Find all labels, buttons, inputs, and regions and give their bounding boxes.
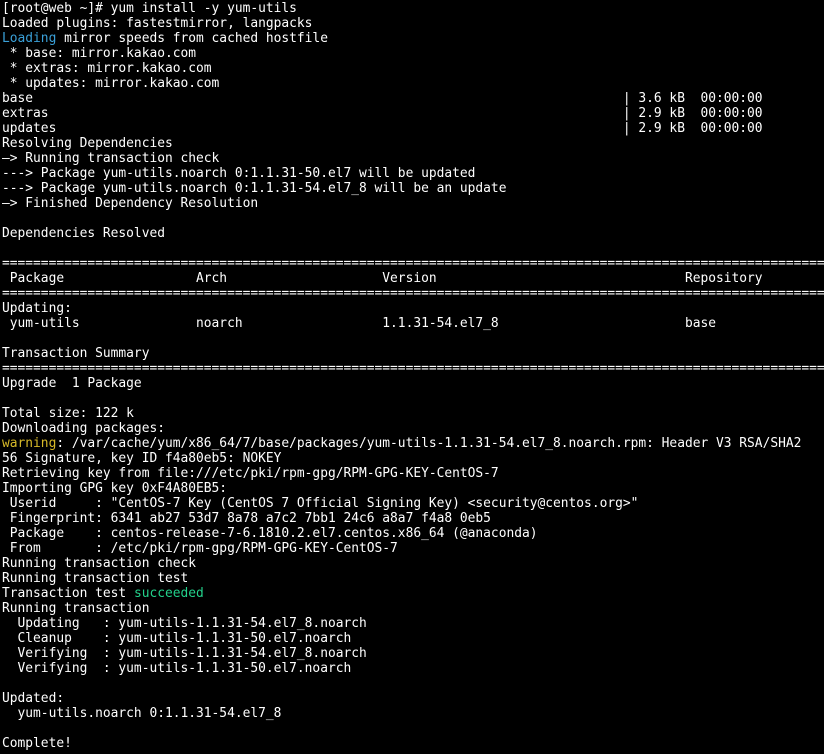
- terminal-text: extras | 2.9 kB 00:00:00: [2, 106, 763, 121]
- terminal-text: mirror speeds from cached hostfile: [56, 31, 328, 46]
- highlight-green: succeeded: [133, 586, 204, 601]
- terminal-line: Loaded plugins: fastestmirror, langpacks: [2, 16, 824, 31]
- terminal-line: Running transaction: [2, 601, 824, 616]
- terminal-line: ---> Package yum-utils.noarch 0:1.1.31-5…: [2, 181, 824, 196]
- terminal-text: Updating : yum-utils-1.1.31-54.el7_8.noa…: [17, 616, 367, 631]
- terminal-text: ========================================…: [2, 256, 824, 271]
- terminal-line: warning: /var/cache/yum/x86_64/7/base/pa…: [2, 436, 824, 451]
- terminal-text: base | 3.6 kB 00:00:00: [2, 91, 763, 106]
- terminal-text: ========================================…: [2, 286, 824, 301]
- terminal-line: extras | 2.9 kB 00:00:00: [2, 106, 824, 121]
- terminal-line: Loading mirror speeds from cached hostfi…: [2, 31, 824, 46]
- terminal-line: * base: mirror.kakao.com: [2, 46, 824, 61]
- terminal-text: updates | 2.9 kB 00:00:00: [2, 121, 763, 136]
- terminal-line: Cleanup : yum-utils-1.1.31-50.el7.noarch…: [2, 631, 824, 646]
- terminal-text: Importing GPG key 0xF4A80EB5:: [2, 481, 228, 496]
- terminal-line: Transaction test succeeded: [2, 586, 824, 601]
- terminal-text: ---> Package yum-utils.noarch 0:1.1.31-5…: [2, 166, 476, 181]
- terminal-line: ---> Package yum-utils.noarch 0:1.1.31-5…: [2, 166, 824, 181]
- terminal-line: Fingerprint: 6341 ab27 53d7 8a78 a7c2 7b…: [2, 511, 824, 526]
- terminal-line: 56 Signature, key ID f4a80eb5: NOKEY: [2, 451, 824, 466]
- terminal-text: Running transaction: [2, 601, 150, 616]
- terminal-text: From : /etc/pki/rpm-gpg/RPM-GPG-KEY-Cent…: [2, 541, 398, 556]
- terminal-text: Fingerprint: 6341 ab27 53d7 8a78 a7c2 7b…: [2, 511, 491, 526]
- terminal-line: ========================================…: [2, 361, 824, 376]
- highlight-cyan: Loading: [2, 31, 57, 46]
- terminal-line: Package : centos-release-7-6.1810.2.el7.…: [2, 526, 824, 541]
- terminal-text: Retrieving key from file:///etc/pki/rpm-…: [2, 466, 499, 481]
- terminal-text: Transaction test: [2, 586, 134, 601]
- terminal-text: Resolving Dependencies: [2, 136, 173, 151]
- terminal-text: Total size: 122 k: [2, 406, 134, 421]
- terminal-text: Upgrade 1 Package: [2, 376, 142, 391]
- terminal-line: Running transaction test: [2, 571, 824, 586]
- terminal-text: Updated:: [2, 691, 65, 706]
- terminal-line: Total size: 122 k: [2, 406, 824, 421]
- terminal-text: Loaded plugins: fastestmirror, langpacks: [2, 16, 313, 31]
- terminal-line: * updates: mirror.kakao.com: [2, 76, 824, 91]
- terminal-text: Running transaction check: [2, 556, 197, 571]
- terminal-line: ========================================…: [2, 286, 824, 301]
- terminal-line: Updating : yum-utils-1.1.31-54.el7_8.noa…: [2, 616, 824, 631]
- terminal-line: From : /etc/pki/rpm-gpg/RPM-GPG-KEY-Cent…: [2, 541, 824, 556]
- terminal-line: Downloading packages:: [2, 421, 824, 436]
- terminal-text: —> Finished Dependency Resolution: [2, 196, 259, 211]
- terminal-line: —> Finished Dependency Resolution: [2, 196, 824, 211]
- terminal-line: Complete!: [2, 736, 824, 751]
- terminal-line: Verifying : yum-utils-1.1.31-50.el7.noar…: [2, 661, 824, 676]
- terminal-line: Updating:: [2, 301, 824, 316]
- terminal-text: Transaction Summary: [2, 346, 150, 361]
- terminal-text: : /var/cache/yum/x86_64/7/base/packages/…: [56, 436, 802, 451]
- terminal-line: [root@web ~]# yum install -y yum-utils: [2, 1, 824, 16]
- terminal-line: * extras: mirror.kakao.com: [2, 61, 824, 76]
- terminal-text: ========================================…: [2, 361, 824, 376]
- terminal-text: * extras: mirror.kakao.com: [2, 61, 212, 76]
- terminal-text: Downloading packages:: [2, 421, 165, 436]
- terminal-line: Transaction Summary: [2, 346, 824, 361]
- terminal-text: Package : centos-release-7-6.1810.2.el7.…: [2, 526, 538, 541]
- terminal-line: Resolving Dependencies: [2, 136, 824, 151]
- terminal-line: Dependencies Resolved: [2, 226, 824, 241]
- highlight-yellow: warning: [2, 436, 57, 451]
- terminal-line: Updated:: [2, 691, 824, 706]
- terminal-text: Userid : "CentOS-7 Key (CentOS 7 Officia…: [2, 496, 639, 511]
- terminal-text: * base: mirror.kakao.com: [2, 46, 197, 61]
- terminal-line: ========================================…: [2, 256, 824, 271]
- terminal-text: yum-utils.noarch 0:1.1.31-54.el7_8: [2, 706, 282, 721]
- terminal-line: Upgrade 1 Package: [2, 376, 824, 391]
- terminal-text: yum-utils noarch 1.1.31-54.el7_8 base 12…: [9, 316, 716, 331]
- terminal-line: Verifying : yum-utils-1.1.31-54.el7_8.no…: [2, 646, 824, 661]
- terminal-line: Userid : "CentOS-7 Key (CentOS 7 Officia…: [2, 496, 824, 511]
- terminal-line: Package Arch Version Repository Size: [2, 271, 824, 286]
- terminal-line: yum-utils noarch 1.1.31-54.el7_8 base 12…: [2, 316, 824, 331]
- terminal-line: yum-utils.noarch 0:1.1.31-54.el7_8: [2, 706, 824, 721]
- terminal-text: 56 Signature, key ID f4a80eb5: NOKEY: [2, 451, 282, 466]
- terminal-output[interactable]: [root@web ~]# yum install -y yum-utils Lo…: [2, 1, 824, 751]
- terminal-text: Complete!: [2, 736, 72, 751]
- terminal-text: —> Running transaction check: [2, 151, 220, 166]
- terminal-text: ---> Package yum-utils.noarch 0:1.1.31-5…: [2, 181, 507, 196]
- terminal-text: Running transaction test: [2, 571, 189, 586]
- terminal-text: Dependencies Resolved: [2, 226, 165, 241]
- terminal-text: Verifying : yum-utils-1.1.31-54.el7_8.no…: [17, 646, 367, 661]
- terminal-text: * updates: mirror.kakao.com: [2, 76, 220, 91]
- terminal-line: —> Running transaction check: [2, 151, 824, 166]
- terminal-text: Verifying : yum-utils-1.1.31-50.el7.noar…: [17, 661, 352, 676]
- terminal-line: updates | 2.9 kB 00:00:00: [2, 121, 824, 136]
- terminal-text: Package Arch Version Repository Size: [9, 271, 763, 286]
- terminal-line: Retrieving key from file:///etc/pki/rpm-…: [2, 466, 824, 481]
- terminal-line: Importing GPG key 0xF4A80EB5:: [2, 481, 824, 496]
- terminal-line: base | 3.6 kB 00:00:00: [2, 91, 824, 106]
- terminal-text: Cleanup : yum-utils-1.1.31-50.el7.noarch…: [17, 631, 352, 646]
- terminal-text: Updating:: [2, 301, 72, 316]
- terminal-text: [root@web ~]# yum install -y yum-utils: [2, 1, 297, 16]
- terminal-line: Running transaction check: [2, 556, 824, 571]
